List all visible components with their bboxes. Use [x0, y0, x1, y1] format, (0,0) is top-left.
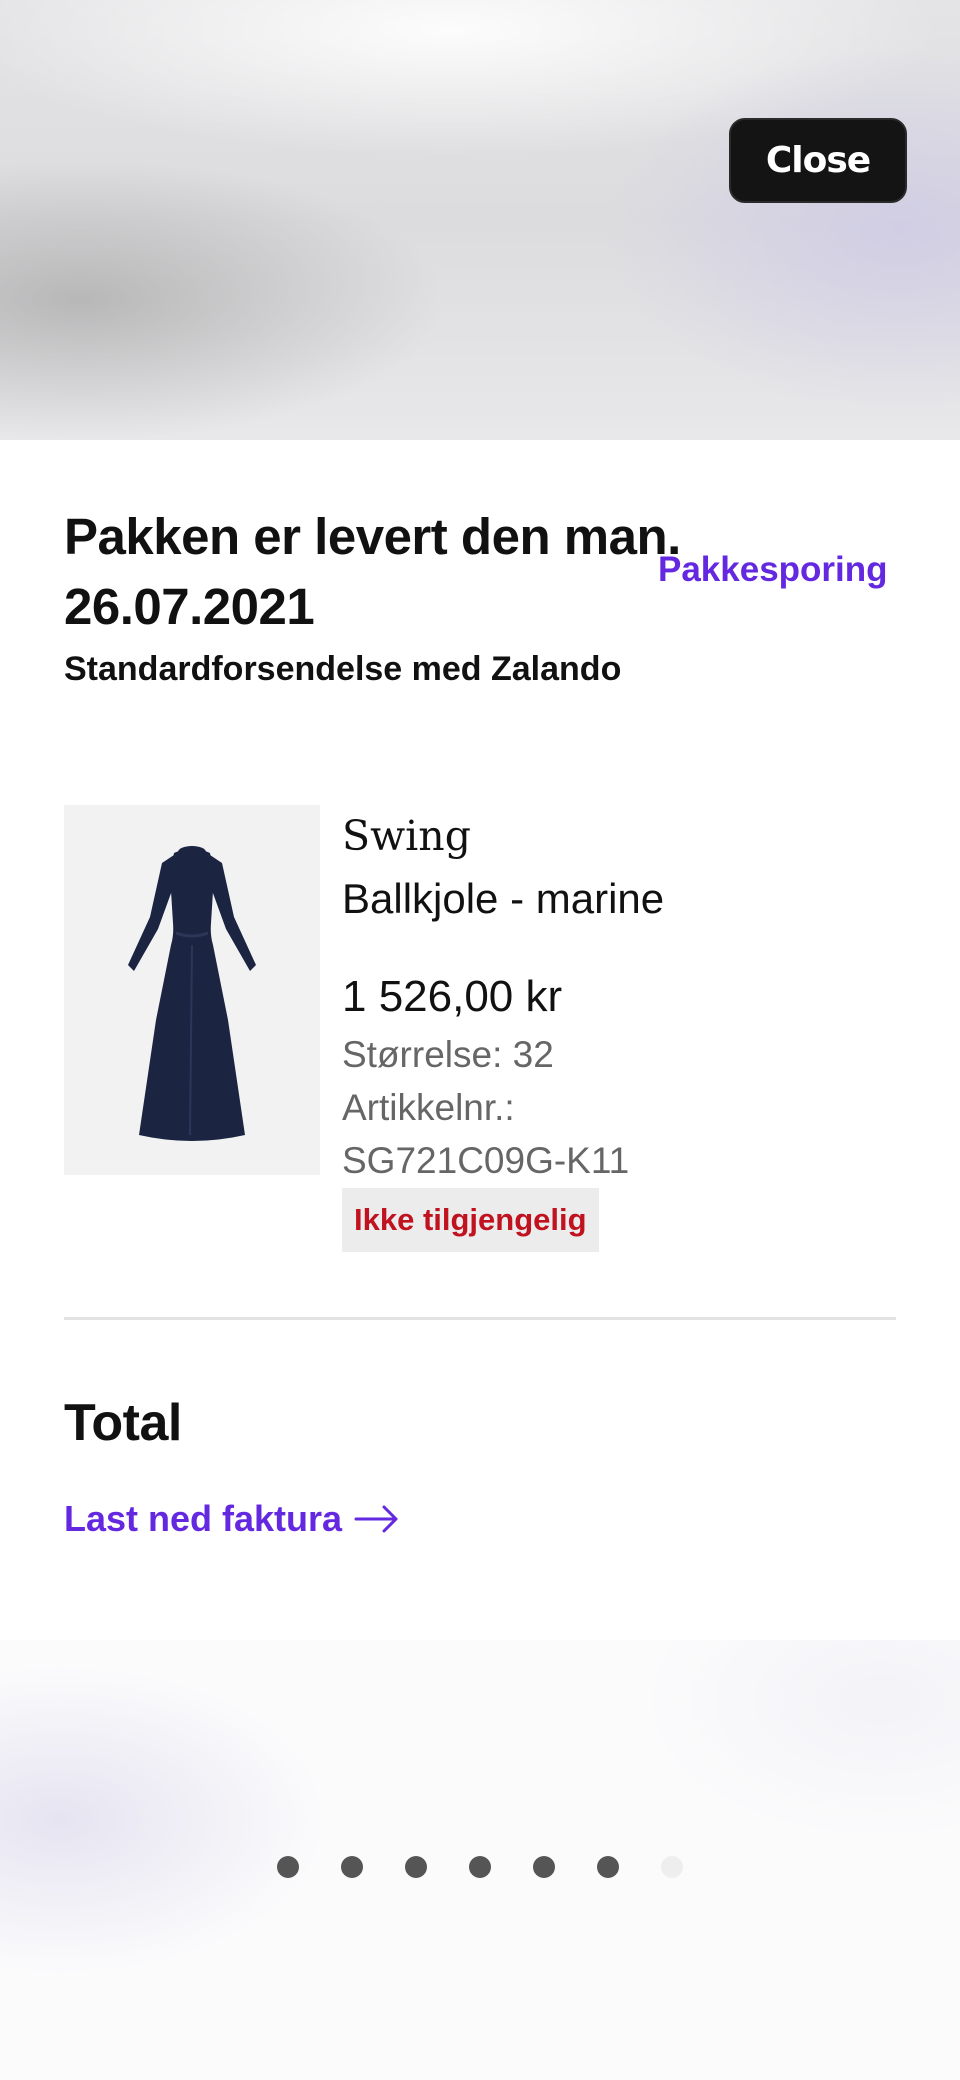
divider — [64, 1317, 896, 1320]
package-tracking-link[interactable]: Pakkesporing — [658, 550, 888, 590]
product-size: Størrelse: 32 — [342, 1034, 554, 1075]
page-dot[interactable] — [597, 1856, 619, 1878]
product-price: 1 526,00 kr — [342, 972, 563, 1021]
header-background — [0, 0, 960, 440]
page-dot[interactable] — [533, 1856, 555, 1878]
article-number-label: Artikkelnr.: — [342, 1087, 515, 1128]
total-heading: Total — [64, 1394, 182, 1452]
page-dot[interactable] — [405, 1856, 427, 1878]
page-dot-inactive[interactable] — [661, 1856, 683, 1878]
product-brand: Swing — [342, 812, 471, 860]
page-dot[interactable] — [277, 1856, 299, 1878]
shipping-method: Standardforsendelse med Zalando — [64, 650, 622, 688]
download-invoice-label: Last ned faktura — [64, 1498, 343, 1539]
product-name[interactable]: Ballkjole - marine — [342, 875, 664, 923]
article-number: SG721C09G-K11 — [342, 1140, 630, 1181]
download-invoice-link[interactable]: Last ned faktura — [64, 1498, 400, 1540]
page-dot[interactable] — [469, 1856, 491, 1878]
page-dot[interactable] — [341, 1856, 363, 1878]
dress-icon — [128, 846, 256, 1141]
close-button[interactable]: Close — [729, 118, 907, 203]
page-indicator — [0, 1856, 960, 1878]
arrow-right-icon — [354, 1505, 398, 1533]
availability-badge: Ikke tilgjengelig — [342, 1188, 599, 1252]
product-image[interactable] — [64, 805, 320, 1175]
delivery-status-title: Pakken er levert den man. 26.07.2021 — [64, 508, 681, 635]
